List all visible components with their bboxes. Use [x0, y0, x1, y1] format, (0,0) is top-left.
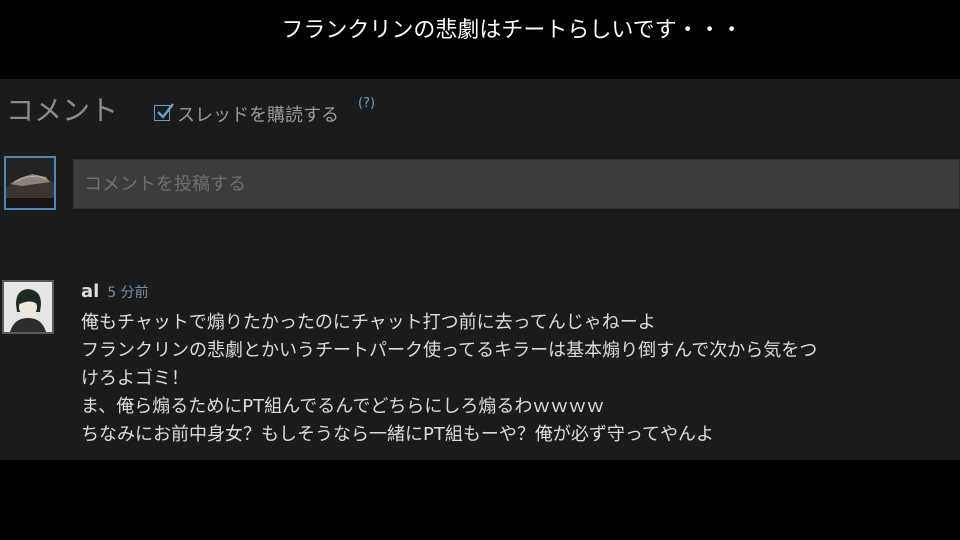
subscribe-label[interactable]: スレッドを購読する — [177, 101, 339, 127]
comment-author[interactable]: al — [81, 281, 99, 302]
user-avatar-icon[interactable] — [4, 156, 56, 210]
comment-line: 俺もチャットで煽りたかったのにチャット打つ前に去ってんじゃねーよ — [81, 312, 656, 333]
commenter-avatar-icon[interactable] — [2, 280, 54, 334]
avatar-image — [6, 158, 54, 208]
video-caption: フランクリンの悲劇はチートらしいです・・・ — [281, 18, 743, 43]
comments-title: コメント — [6, 94, 119, 127]
comment-item: al 5 分前 俺もチャットで煽りたかったのにチャット打つ前に去ってんじゃねーよ … — [0, 279, 960, 459]
help-link[interactable]: (?) — [358, 96, 375, 111]
comment-timestamp: 5 分前 — [107, 285, 149, 301]
comment-input-row — [0, 156, 960, 214]
commenter-avatar-image — [4, 282, 52, 332]
comment-line: けろよゴミ！ — [81, 368, 189, 389]
comment-meta: al 5 分前 — [81, 281, 149, 302]
page: フランクリンの悲劇はチートらしいです・・・ コメント スレッドを購読する (?) — [0, 0, 960, 540]
comments-panel: コメント スレッドを購読する (?) コメントを投稿する al 5 分前 俺もチ… — [0, 79, 960, 460]
comment-line: ちなみにお前中身女？もしそうなら一緒にPT組もーや？俺が必ず守ってやんよ — [81, 424, 714, 445]
subscribe-checkbox[interactable] — [154, 103, 174, 121]
comment-line: ま、俺ら煽るためにPT組んでるんでどちらにしろ煽るわｗｗｗｗ — [81, 396, 605, 417]
comment-body: 俺もチャットで煽りたかったのにチャット打つ前に去ってんじゃねーよ フランクリンの… — [81, 309, 931, 449]
checkmark-icon — [157, 103, 174, 119]
comment-line: フランクリンの悲劇とかいうチートパーク使ってるキラーは基本煽り倒すんで次から気を… — [81, 340, 818, 361]
comment-input[interactable] — [73, 159, 960, 209]
